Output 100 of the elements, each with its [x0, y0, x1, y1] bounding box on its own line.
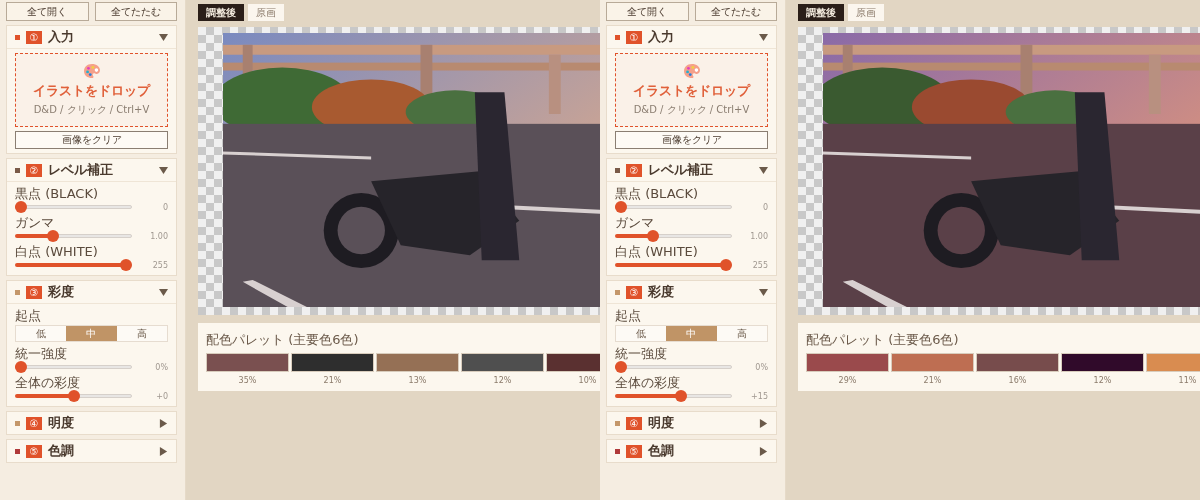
slider-label: 黒点 (BLACK)	[15, 186, 99, 201]
section-number: ②	[26, 163, 42, 177]
section-header[interactable]: ③ 彩度	[7, 281, 176, 303]
swatch-percent: 12%	[1093, 376, 1112, 385]
toolbar-button[interactable]: 全てたたむ	[94, 2, 177, 21]
slider-thumb[interactable]	[674, 390, 687, 402]
segment-option[interactable]: 低	[616, 326, 667, 341]
slider[interactable]	[615, 361, 732, 373]
swatch-percent: 21%	[923, 376, 942, 385]
drop-zone[interactable]: イラストをドロップ D&D / クリック / Ctrl+V	[615, 53, 768, 127]
slider-label: 白点 (WHITE)	[15, 244, 99, 259]
swatch-percent: 13%	[408, 376, 427, 385]
section-header[interactable]: ① 入力	[7, 26, 176, 48]
drop-hint: D&D / クリック / Ctrl+V	[33, 103, 150, 117]
slider[interactable]	[15, 259, 132, 271]
slider-thumb[interactable]	[67, 390, 80, 402]
expand-icon[interactable]	[759, 418, 768, 428]
expand-icon[interactable]	[159, 418, 168, 428]
slider[interactable]	[615, 201, 732, 213]
section-title: 明度	[648, 414, 675, 432]
collapse-icon[interactable]	[159, 165, 168, 175]
drop-zone[interactable]: イラストをドロップ D&D / クリック / Ctrl+V	[15, 53, 168, 127]
segment-option[interactable]: 高	[116, 326, 167, 341]
section-header[interactable]: ⑤ 色調	[607, 440, 776, 462]
slider[interactable]	[15, 390, 132, 402]
slider-thumb[interactable]	[615, 201, 627, 213]
section-number: ①	[626, 30, 642, 44]
view-tab[interactable]: 調整後	[198, 4, 244, 21]
slider[interactable]	[15, 201, 132, 213]
section-title: 彩度	[48, 283, 75, 301]
section-header[interactable]: ② レベル補正	[7, 159, 176, 181]
slider[interactable]	[15, 230, 132, 242]
section-number: ②	[626, 163, 642, 177]
swatch-percent: 11%	[1178, 376, 1197, 385]
section-title: 彩度	[648, 283, 675, 301]
slider-thumb[interactable]	[15, 201, 27, 213]
section-header[interactable]: ② レベル補正	[607, 159, 776, 181]
expand-icon[interactable]	[159, 446, 168, 456]
collapse-icon[interactable]	[159, 32, 168, 42]
slider-value: 1.00	[149, 231, 168, 241]
drop-title: イラストをドロップ	[633, 82, 750, 100]
slider[interactable]	[615, 390, 732, 402]
section-title: レベル補正	[648, 161, 714, 179]
section-header[interactable]: ③ 彩度	[607, 281, 776, 303]
slider-value: +0	[155, 391, 168, 401]
slider-label: 黒点 (BLACK)	[615, 186, 699, 201]
view-tab[interactable]: 調整後	[798, 4, 844, 21]
slider-value: 0%	[154, 362, 168, 372]
toolbar-button[interactable]: 全てたたむ	[694, 2, 777, 21]
section-number: ③	[26, 285, 42, 299]
slider[interactable]	[15, 361, 132, 373]
expand-icon[interactable]	[759, 446, 768, 456]
swatch-percent: 16%	[1008, 376, 1027, 385]
segment-option[interactable]: 低	[16, 326, 67, 341]
segment-option[interactable]: 高	[716, 326, 767, 341]
slider-thumb[interactable]	[615, 361, 627, 373]
slider-label: ガンマ	[615, 215, 655, 230]
toolbar-button[interactable]: 全て開く	[6, 2, 89, 21]
slider-thumb[interactable]	[15, 361, 27, 373]
slider-value: +15	[750, 391, 768, 401]
view-tab[interactable]: 原画	[248, 4, 284, 21]
collapse-icon[interactable]	[759, 165, 768, 175]
slider[interactable]	[615, 259, 732, 271]
drop-hint: D&D / クリック / Ctrl+V	[633, 103, 750, 117]
option-label: 起点	[615, 308, 642, 323]
collapse-icon[interactable]	[759, 32, 768, 42]
slider-value: 0	[761, 202, 768, 212]
section-header[interactable]: ④ 明度	[607, 412, 776, 434]
clear-button[interactable]: 画像をクリア	[15, 131, 168, 149]
section-title: 入力	[48, 28, 75, 46]
option-label: 起点	[15, 308, 42, 323]
slider-value: 0%	[754, 362, 768, 372]
section-number: ③	[626, 285, 642, 299]
swatch-percent: 21%	[323, 376, 342, 385]
slider-value: 255	[751, 260, 768, 270]
slider-thumb[interactable]	[120, 259, 132, 271]
clear-button[interactable]: 画像をクリア	[615, 131, 768, 149]
slider-label: 統一強度	[15, 346, 68, 361]
slider-label: ガンマ	[15, 215, 55, 230]
collapse-icon[interactable]	[159, 287, 168, 297]
slider-thumb[interactable]	[720, 259, 732, 271]
palette-icon	[682, 63, 701, 79]
section-title: 明度	[48, 414, 75, 432]
drop-title: イラストをドロップ	[33, 82, 150, 100]
swatch-percent: 10%	[578, 376, 597, 385]
section-title: 色調	[648, 442, 675, 460]
slider-thumb[interactable]	[46, 230, 59, 242]
slider-label: 全体の彩度	[615, 375, 681, 390]
swatch-percent: 12%	[493, 376, 512, 385]
slider-thumb[interactable]	[646, 230, 659, 242]
collapse-icon[interactable]	[759, 287, 768, 297]
section-header[interactable]: ⑤ 色調	[7, 440, 176, 462]
toolbar-button[interactable]: 全て開く	[606, 2, 689, 21]
section-header[interactable]: ④ 明度	[7, 412, 176, 434]
view-tab[interactable]: 原画	[848, 4, 884, 21]
slider-label: 全体の彩度	[15, 375, 81, 390]
section-header[interactable]: ① 入力	[607, 26, 776, 48]
swatch-percent: 29%	[838, 376, 857, 385]
slider[interactable]	[615, 230, 732, 242]
palette-title: 配色パレット (主要色6色)	[806, 331, 960, 349]
